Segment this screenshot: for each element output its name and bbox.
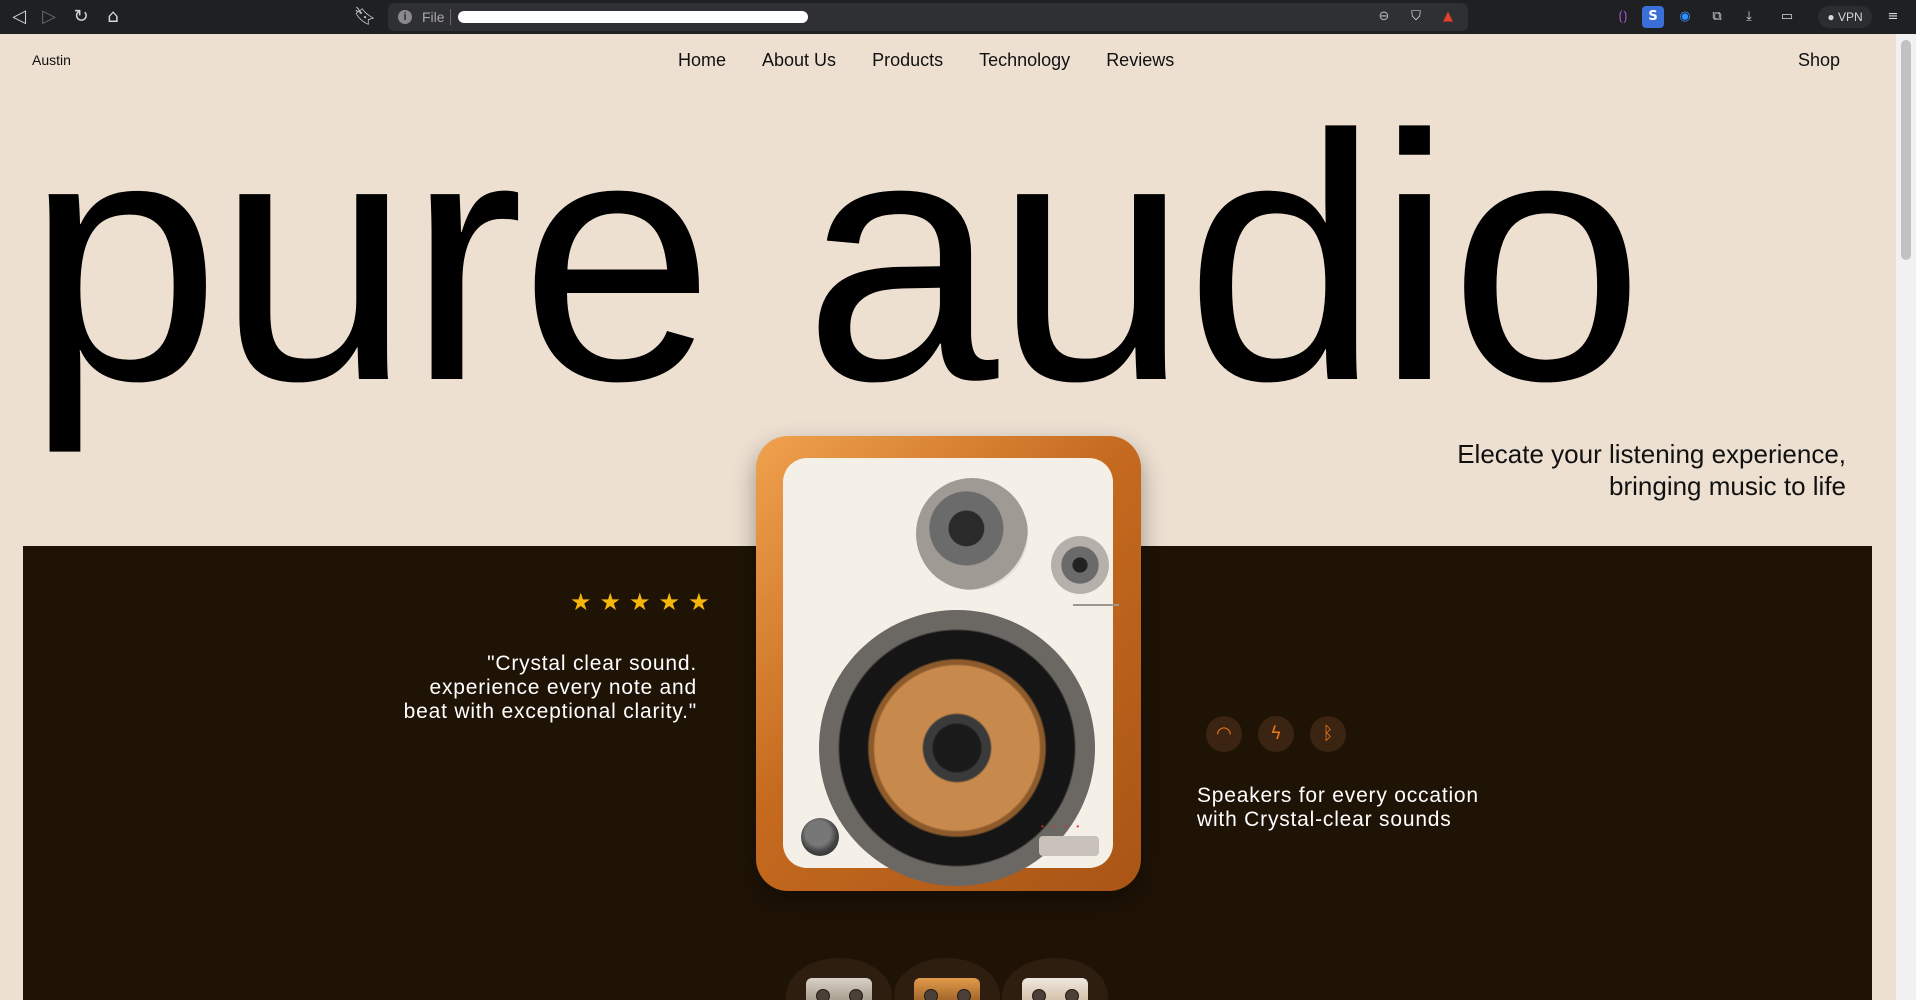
- wifi-icon: ◠: [1206, 716, 1242, 752]
- extension-icon[interactable]: ⟮⟯: [1612, 6, 1634, 28]
- forward-icon[interactable]: ▷: [36, 4, 62, 30]
- back-icon[interactable]: ◁: [6, 4, 32, 30]
- speaker-knob: [801, 818, 839, 856]
- scrollbar-thumb[interactable]: [1901, 40, 1911, 260]
- file-scheme-label: File: [422, 9, 445, 25]
- download-icon[interactable]: ⤓: [1738, 6, 1760, 28]
- speaker-vent: [1039, 836, 1099, 856]
- lightning-icon: ϟ: [1258, 716, 1294, 752]
- reload-icon[interactable]: ↻: [68, 4, 94, 30]
- s-extension-icon[interactable]: S: [1642, 6, 1664, 28]
- speaker-brand-mark: [1073, 604, 1119, 606]
- dial-icon: [848, 989, 863, 1000]
- speaker-tweeter: [916, 478, 1028, 590]
- dial-icon: [1064, 989, 1079, 1000]
- star-icon: ★: [599, 588, 622, 616]
- hero-tagline: Elecate your listening experience, bring…: [1386, 438, 1846, 502]
- page-viewport: Austin Home About Us Products Technology…: [0, 34, 1896, 1000]
- feature-icons: ◠ ϟ ᛒ: [1206, 716, 1346, 752]
- speaker-face: ••••: [783, 458, 1119, 886]
- shazam-icon[interactable]: ◉: [1674, 6, 1696, 28]
- product-thumbnails: [786, 958, 1108, 1000]
- home-icon[interactable]: ⌂: [100, 4, 126, 30]
- feature-copy: Speakers for every occation with Crystal…: [1197, 784, 1617, 832]
- vpn-button[interactable]: ● VPN: [1818, 6, 1872, 28]
- product-image: [914, 978, 980, 1000]
- dial-icon: [815, 989, 830, 1000]
- speaker-small-tweeter: [1051, 536, 1109, 594]
- quote-line-3: beat with exceptional clarity.": [403, 700, 697, 723]
- site-info-icon[interactable]: i: [398, 10, 412, 24]
- address-divider: [450, 9, 451, 25]
- url-redacted: [458, 11, 808, 23]
- star-icon: ★: [658, 588, 681, 616]
- product-image: [806, 978, 872, 1000]
- vpn-label: VPN: [1837, 10, 1863, 24]
- address-bar[interactable]: i File ⊖ ⛉ ▲: [388, 3, 1468, 31]
- bluetooth-icon: ᛒ: [1310, 716, 1346, 752]
- zoom-icon[interactable]: ⊖: [1374, 7, 1394, 27]
- feature-copy-line-1: Speakers for every occation: [1197, 784, 1479, 807]
- dial-icon: [923, 989, 938, 1000]
- speaker-image: ••••: [756, 436, 1141, 891]
- rating-stars: ★ ★ ★ ★ ★: [570, 588, 710, 616]
- product-thumbnail-3[interactable]: [1002, 958, 1108, 1000]
- brave-shield-icon[interactable]: ⛉: [1406, 7, 1426, 27]
- star-icon: ★: [629, 588, 651, 616]
- page-scrollbar[interactable]: [1896, 34, 1916, 1000]
- dial-icon: [1031, 989, 1046, 1000]
- review-quote: "Crystal clear sound. experience every n…: [300, 652, 697, 724]
- browser-toolbar: ◁ ▷ ↻ ⌂ 🔖︎ i File ⊖ ⛉ ▲ ⟮⟯ S ◉ ⧉ ⤓ ▭ ● V…: [0, 0, 1916, 34]
- quote-line-2: experience every note and: [429, 676, 697, 699]
- product-image: [1022, 978, 1088, 1000]
- speaker-indicator-dots: ••••: [1041, 822, 1089, 831]
- star-icon: ★: [688, 588, 710, 616]
- hero-title: pure audio: [26, 63, 1644, 454]
- menu-icon[interactable]: ≡: [1882, 6, 1904, 28]
- product-thumbnail-1[interactable]: [786, 958, 892, 1000]
- puzzle-icon[interactable]: ⧉: [1706, 6, 1728, 28]
- star-icon: ★: [570, 588, 592, 616]
- dial-icon: [956, 989, 971, 1000]
- quote-line-1: "Crystal clear sound.: [487, 652, 697, 675]
- brave-rewards-icon[interactable]: ▲: [1438, 7, 1458, 27]
- bookmark-icon[interactable]: 🔖︎: [352, 4, 378, 30]
- tagline-line-2: bringing music to life: [1609, 471, 1846, 501]
- wallet-icon[interactable]: ▭: [1776, 6, 1798, 28]
- tagline-line-1: Elecate your listening experience,: [1457, 439, 1846, 469]
- shop-link[interactable]: Shop: [1798, 50, 1840, 71]
- feature-copy-line-2: with Crystal-clear sounds: [1197, 808, 1452, 831]
- product-thumbnail-2[interactable]: [894, 958, 1000, 1000]
